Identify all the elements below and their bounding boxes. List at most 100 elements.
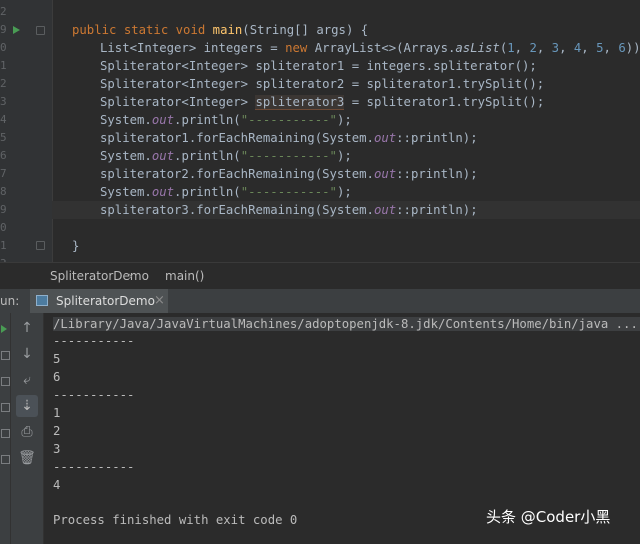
run-panel-label: un: <box>0 294 20 308</box>
rerun-icon[interactable] <box>1 325 7 333</box>
code-token: ::println); <box>396 203 478 217</box>
code-token: )); <box>625 41 640 55</box>
stop-icon[interactable] <box>1 351 10 360</box>
code-token: out <box>373 131 397 145</box>
line-number: 8 <box>0 185 7 198</box>
code-token: public static void <box>72 23 213 37</box>
code-line: Spliterator<Integer> spliterator1 = inte… <box>100 59 537 73</box>
scroll-to-end-icon[interactable]: ⇣ <box>16 395 38 417</box>
run-actions-strip <box>0 313 11 544</box>
code-number: 5 <box>596 41 604 55</box>
code-token: ::println); <box>396 167 478 181</box>
code-token: ArrayList<>(Arrays. <box>314 41 456 55</box>
console-line: 1 <box>53 406 61 420</box>
highlighted-variable[interactable]: spliterator3 <box>255 95 345 110</box>
console-icon <box>36 295 48 306</box>
code-line: System.out.println("-----------"); <box>100 111 352 129</box>
code-token: System. <box>100 149 152 163</box>
code-token: out <box>373 203 397 217</box>
console-line: ----------- <box>53 388 135 402</box>
close-icon[interactable]: × <box>154 289 165 313</box>
line-number: 5 <box>0 131 7 144</box>
code-line: Spliterator<Integer> spliterator3 = spli… <box>100 93 544 111</box>
pin-icon[interactable] <box>1 429 10 438</box>
code-token: ); <box>336 113 352 127</box>
code-token: asList <box>455 41 500 55</box>
code-token: System. <box>100 185 152 199</box>
line-number: 3 <box>0 255 7 262</box>
line-number: 7 <box>0 167 7 180</box>
console-line: 6 <box>53 370 61 384</box>
breadcrumb-separator: › <box>128 269 133 283</box>
line-number: 4 <box>0 113 7 126</box>
console-line: 2 <box>53 424 61 438</box>
run-tab-spliteratordemo[interactable]: SpliteratorDemo × <box>30 289 168 313</box>
line-number: 6 <box>0 149 7 162</box>
breadcrumb-class[interactable]: SpliteratorDemo <box>50 263 149 289</box>
run-arrow-icon[interactable] <box>13 26 20 34</box>
code-token: out <box>151 113 175 127</box>
code-line: spliterator1.forEachRemaining(System.out… <box>100 129 478 147</box>
code-number: 6 <box>618 41 626 55</box>
fold-marker-icon[interactable] <box>36 241 45 250</box>
code-token: ); <box>336 149 352 163</box>
code-line: System.out.println("-----------"); <box>100 147 352 165</box>
code-string: "-----------" <box>240 185 337 199</box>
code-number: 3 <box>551 41 560 55</box>
code-token: ::println); <box>396 131 478 145</box>
code-token: out <box>373 167 397 181</box>
code-token: main <box>212 23 243 37</box>
breadcrumb: SpliteratorDemo › main() <box>0 262 640 289</box>
console-line: /Library/Java/JavaVirtualMachines/adopto… <box>53 315 640 333</box>
code-token: , <box>559 41 574 55</box>
camera-icon[interactable] <box>1 377 10 386</box>
code-line: Spliterator<Integer> spliterator2 = spli… <box>100 77 545 91</box>
code-line: System.out.println("-----------"); <box>100 183 352 201</box>
code-token: out <box>151 149 175 163</box>
console-toolbar: ↑ ↓ ⤶ ⇣ ⎙ 🗑 <box>11 313 44 544</box>
code-token: ); <box>336 185 352 199</box>
code-string: "-----------" <box>240 149 337 163</box>
code-editor[interactable]: 9 0 1 2 3 4 5 6 7 8 9 0 1 2 3 public sta… <box>0 0 640 262</box>
code-token: new <box>285 41 315 55</box>
code-line: } <box>72 239 80 253</box>
soft-wrap-icon[interactable]: ⤶ <box>16 369 38 391</box>
run-tab-title: SpliteratorDemo <box>56 294 155 308</box>
restore-layout-icon[interactable] <box>1 403 10 412</box>
run-panel-header: un: SpliteratorDemo × <box>0 288 640 314</box>
code-line: List<Integer> integers = new ArrayList<>… <box>100 39 640 57</box>
arrow-up-icon[interactable]: ↑ <box>16 317 38 339</box>
watermark: 头条 @Coder小黑 <box>486 508 611 526</box>
console-line: ----------- <box>53 460 135 474</box>
line-number: 0 <box>0 41 7 54</box>
code-token: out <box>151 185 175 199</box>
code-string: "-----------" <box>240 113 337 127</box>
code-token: , <box>581 41 597 55</box>
line-number: 9 <box>0 203 7 216</box>
console-line: 3 <box>53 442 61 456</box>
console-line: ----------- <box>53 334 135 348</box>
editor-gutter: 9 0 1 2 3 4 5 6 7 8 9 0 1 2 3 <box>0 0 53 262</box>
settings-icon[interactable] <box>1 455 10 464</box>
line-number: 0 <box>0 221 7 234</box>
code-token: (String[] args) { <box>242 23 369 37</box>
code-token: , <box>536 41 552 55</box>
code-line: spliterator2.forEachRemaining(System.out… <box>100 165 478 183</box>
trash-icon[interactable]: 🗑 <box>16 447 38 469</box>
code-token: .println( <box>174 149 241 163</box>
console-line: 4 <box>53 478 61 492</box>
fold-marker-icon[interactable] <box>36 26 45 35</box>
line-number: 1 <box>0 59 7 72</box>
code-token: Spliterator<Integer> <box>100 95 256 109</box>
code-line-current: spliterator3.forEachRemaining(System.out… <box>52 201 640 219</box>
code-token: List<Integer> integers = <box>100 41 286 55</box>
arrow-down-icon[interactable]: ↓ <box>16 343 38 365</box>
line-number: 9 <box>0 23 7 36</box>
console-command: /Library/Java/JavaVirtualMachines/adopto… <box>53 317 640 331</box>
breadcrumb-method[interactable]: main() <box>165 263 204 289</box>
code-token: System. <box>100 113 152 127</box>
code-line: public static void main(String[] args) { <box>72 21 368 39</box>
code-token: spliterator1.forEachRemaining(System. <box>100 131 374 145</box>
print-icon[interactable]: ⎙ <box>16 421 38 443</box>
code-token: spliterator2.forEachRemaining(System. <box>100 167 374 181</box>
